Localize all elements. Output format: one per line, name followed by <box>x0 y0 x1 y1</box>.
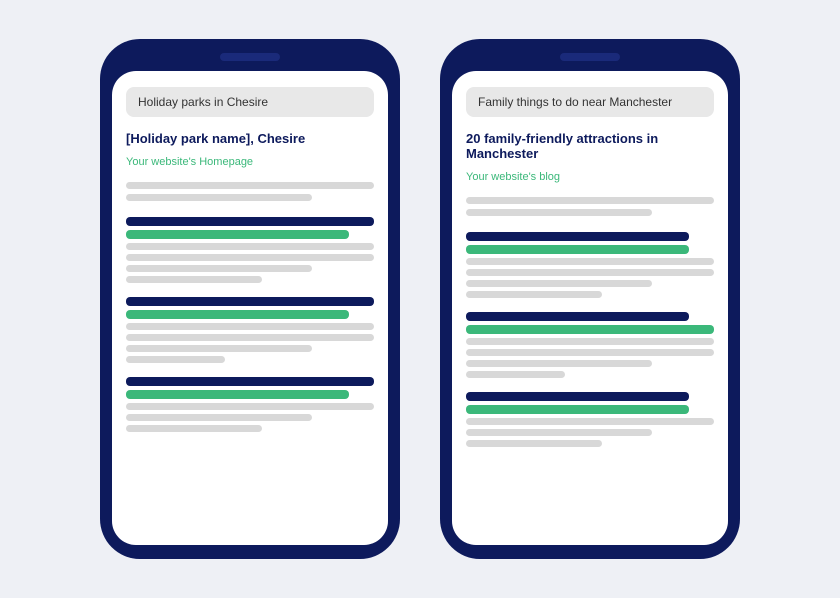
phone-screen-2: Family things to do near Manchester 20 f… <box>452 71 728 545</box>
skel-line <box>126 254 374 261</box>
phones-container: Holiday parks in Chesire [Holiday park n… <box>100 39 740 559</box>
phone-2: Family things to do near Manchester 20 f… <box>440 39 740 559</box>
result-group-2a <box>466 232 714 298</box>
skel-line <box>466 371 565 378</box>
skel-dark <box>126 217 374 226</box>
skel-green <box>466 245 689 254</box>
phone-notch-1 <box>220 53 280 61</box>
skel-dark <box>126 377 374 386</box>
search-bar-2: Family things to do near Manchester <box>466 87 714 117</box>
skel-line <box>126 414 312 421</box>
skel-green <box>126 390 349 399</box>
skel-line <box>466 258 714 265</box>
skel-line <box>466 291 602 298</box>
skel-line <box>466 269 714 276</box>
skel-line <box>126 356 225 363</box>
skel-dark <box>466 312 689 321</box>
phone-screen-1: Holiday parks in Chesire [Holiday park n… <box>112 71 388 545</box>
phone-1: Holiday parks in Chesire [Holiday park n… <box>100 39 400 559</box>
skel-line <box>126 276 262 283</box>
skel-line <box>126 323 374 330</box>
skel-line <box>126 425 262 432</box>
skel-green <box>126 230 349 239</box>
skel-line <box>466 280 652 287</box>
result-group-1b <box>126 297 374 363</box>
result-url-1: Your website's Homepage <box>126 156 374 168</box>
skel-line <box>466 209 652 216</box>
skeleton-desc-2 <box>466 197 714 216</box>
result-title-2: 20 family-friendly attractions in Manche… <box>466 131 714 161</box>
skel-line <box>126 194 312 201</box>
skel-line <box>466 418 714 425</box>
skel-line <box>126 243 374 250</box>
phone-notch-2 <box>560 53 620 61</box>
skel-line <box>466 429 652 436</box>
skel-green <box>126 310 349 319</box>
skel-line <box>126 345 312 352</box>
skel-line <box>126 403 374 410</box>
skel-line <box>126 182 374 189</box>
result-group-1a <box>126 217 374 283</box>
skel-green <box>466 325 714 334</box>
result-group-2b <box>466 312 714 378</box>
skel-line <box>466 197 714 204</box>
skel-dark <box>126 297 374 306</box>
skeleton-desc-1 <box>126 182 374 201</box>
skel-line <box>126 265 312 272</box>
skel-line <box>466 440 602 447</box>
skel-line <box>126 334 374 341</box>
skel-line <box>466 360 652 367</box>
skel-dark <box>466 232 689 241</box>
result-group-1c <box>126 377 374 432</box>
result-title-1: [Holiday park name], Chesire <box>126 131 374 146</box>
skel-dark <box>466 392 689 401</box>
skel-line <box>466 338 714 345</box>
skel-green <box>466 405 689 414</box>
result-url-2: Your website's blog <box>466 171 714 183</box>
result-group-2c <box>466 392 714 447</box>
search-bar-1: Holiday parks in Chesire <box>126 87 374 117</box>
skel-line <box>466 349 714 356</box>
